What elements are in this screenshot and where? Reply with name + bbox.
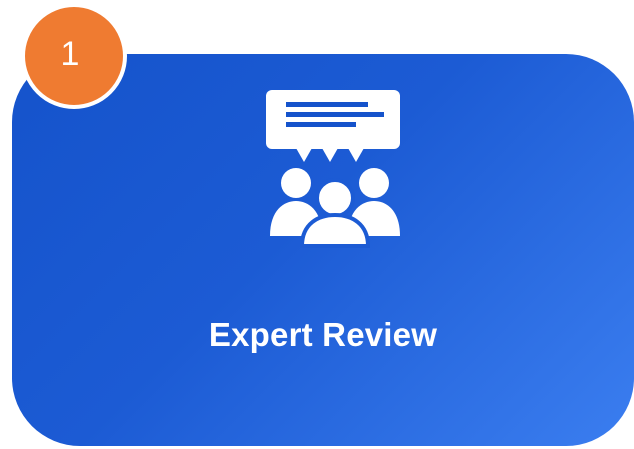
step-card-container: Expert Review 1: [0, 0, 634, 449]
expert-review-icon: [256, 88, 406, 248]
step-title: Expert Review: [208, 316, 438, 353]
speech-bubble-icon: [266, 90, 400, 162]
step-number: 1: [60, 35, 80, 73]
people-group-icon: [270, 168, 400, 248]
step-number-badge: 1: [21, 3, 127, 109]
step-card: Expert Review: [12, 54, 634, 446]
